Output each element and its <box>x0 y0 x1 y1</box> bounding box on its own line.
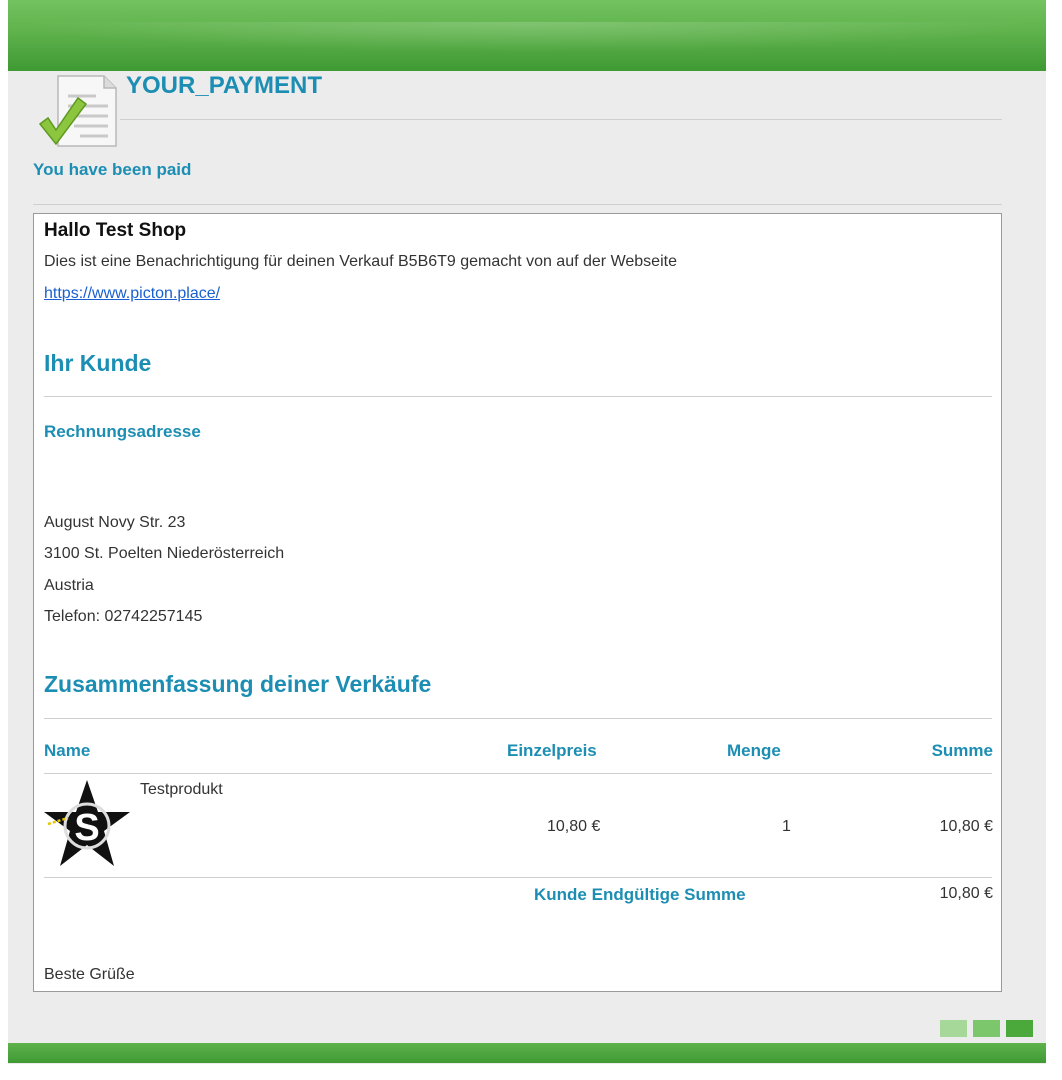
summary-heading: Zusammenfassung deiner Verkäufe <box>44 671 432 697</box>
phone-line: Telefon: 02742257145 <box>44 608 203 625</box>
line-total: 10,80 € <box>939 818 993 835</box>
col-header-total: Summe <box>931 741 993 760</box>
decor-square <box>940 1020 967 1037</box>
address-line: August Novy Str. 23 <box>44 514 186 531</box>
unit-price: 10,80 € <box>547 818 601 835</box>
product-name: Testprodukt <box>140 781 223 798</box>
col-header-unit-price: Einzelpreis <box>507 741 597 760</box>
subtitle-divider <box>33 204 1002 205</box>
header-band <box>8 0 1046 71</box>
grand-total-label: Kunde Endgültige Summe <box>534 885 746 904</box>
email-body: Hallo Test Shop Dies ist eine Benachrich… <box>33 213 1002 992</box>
document-check-icon <box>38 75 117 147</box>
footer-band <box>8 1043 1046 1063</box>
page-title: YOUR_PAYMENT <box>126 72 323 99</box>
shop-link[interactable]: https://www.picton.place/ <box>44 285 220 303</box>
customer-divider <box>44 396 992 397</box>
decor-square <box>1006 1020 1033 1037</box>
greeting: Hallo Test Shop <box>44 220 187 241</box>
billing-heading: Rechnungsadresse <box>44 422 201 441</box>
summary-divider <box>44 718 992 719</box>
title-divider <box>120 119 1002 120</box>
intro-text: Dies ist eine Benachrichtigung für deine… <box>44 253 677 270</box>
customer-heading: Ihr Kunde <box>44 350 152 376</box>
col-header-name: Name <box>44 741 91 760</box>
svg-text:S: S <box>74 807 99 849</box>
grand-total: 10,80 € <box>939 885 993 902</box>
address-line: 3100 St. Poelten Niederösterreich <box>44 545 285 562</box>
table-header-divider <box>44 773 992 774</box>
address-line: Austria <box>44 577 94 594</box>
status-subtitle: You have been paid <box>33 160 192 179</box>
col-header-quantity: Menge <box>727 741 781 760</box>
star-logo-icon: S <box>44 780 130 866</box>
signoff: Beste Grüße <box>44 966 135 983</box>
quantity: 1 <box>782 818 791 835</box>
decor-square <box>973 1020 1000 1037</box>
table-footer-divider <box>44 877 992 878</box>
